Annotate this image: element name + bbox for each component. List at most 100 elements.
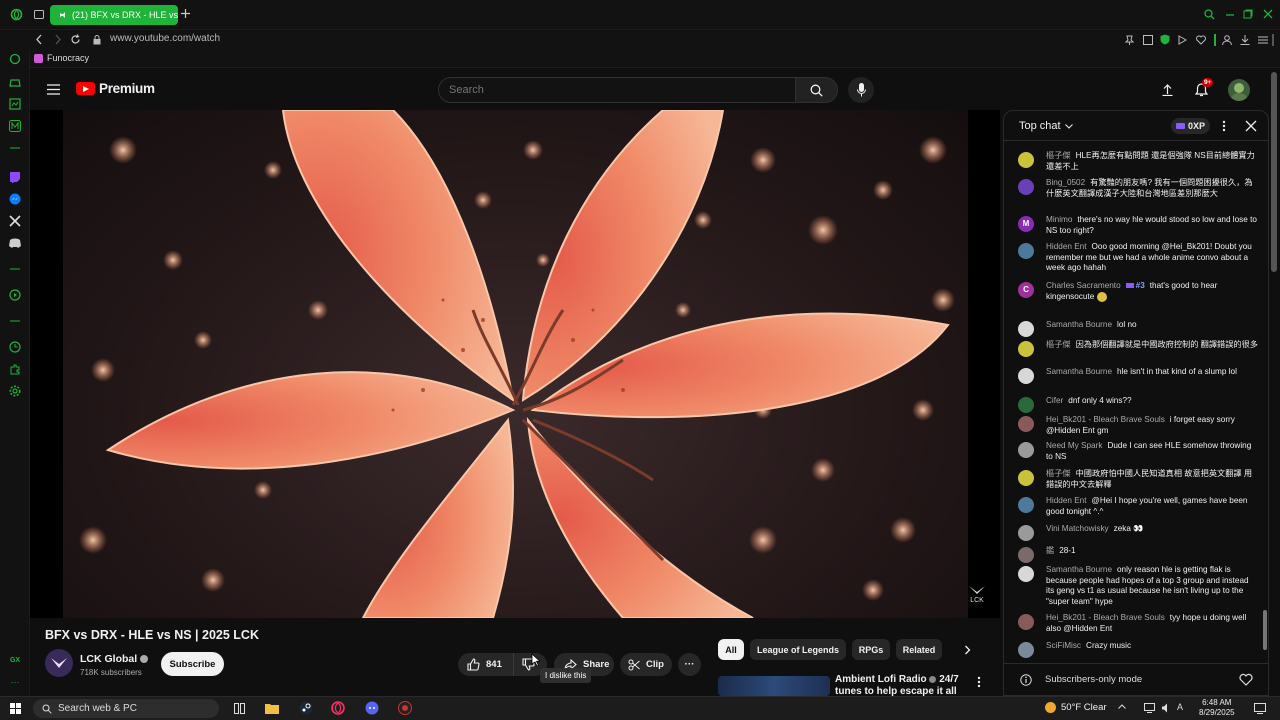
discord-icon[interactable] — [9, 237, 21, 249]
account-icon[interactable] — [1222, 35, 1232, 45]
channel-name[interactable]: LCK Global — [80, 653, 149, 665]
chat-avatar[interactable] — [1018, 152, 1034, 168]
language-icon[interactable]: A — [1177, 702, 1183, 712]
url-text[interactable]: www.youtube.com/watch — [110, 33, 220, 44]
menu-lines-icon[interactable] — [1258, 35, 1268, 45]
sidebar-toggle-icon-2[interactable] — [1272, 34, 1275, 46]
chat-avatar[interactable]: M — [1018, 216, 1034, 232]
chat-author[interactable]: SciFiMisc — [1046, 641, 1081, 650]
recommendation-thumbnail[interactable] — [718, 676, 830, 696]
chat-author[interactable]: Cifer — [1046, 396, 1063, 405]
page-scrollbar[interactable] — [1271, 72, 1277, 272]
network-icon[interactable] — [1144, 703, 1155, 713]
app-taskbar-icon[interactable] — [398, 701, 412, 715]
chat-avatar[interactable] — [1018, 368, 1034, 384]
close-window-icon[interactable] — [1263, 9, 1273, 19]
chat-author[interactable]: Hidden Ent — [1046, 496, 1087, 505]
chat-author[interactable]: Bing_0502 — [1046, 178, 1085, 187]
chip-all[interactable]: All — [718, 639, 744, 660]
lock-icon[interactable] — [93, 35, 101, 45]
search-tabs-icon[interactable] — [1204, 9, 1215, 20]
steam-icon[interactable] — [299, 701, 313, 715]
pin-icon[interactable] — [1125, 35, 1134, 45]
chat-author[interactable]: 鑑 — [1046, 546, 1054, 555]
voice-search-button[interactable] — [848, 77, 874, 103]
chat-avatar[interactable]: C — [1018, 282, 1034, 298]
chip-league-of-legends[interactable]: League of Legends — [750, 639, 846, 660]
notification-center-icon[interactable] — [1254, 703, 1266, 714]
tray-chevron-up-icon[interactable] — [1118, 704, 1126, 709]
chat-avatar[interactable] — [1018, 416, 1034, 432]
chat-avatar[interactable] — [1018, 642, 1034, 658]
stats-icon[interactable] — [9, 98, 21, 110]
volume-icon[interactable] — [1161, 703, 1172, 713]
account-avatar[interactable] — [1228, 79, 1250, 101]
bookmark-funocracy[interactable]: Funocracy — [34, 53, 89, 63]
chips-next-chevron-icon[interactable] — [964, 645, 971, 655]
upload-icon[interactable] — [1162, 83, 1173, 96]
x-twitter-icon[interactable] — [9, 215, 21, 227]
play-icon[interactable] — [1178, 35, 1187, 45]
chat-author[interactable]: Samantha Bourne — [1046, 320, 1112, 329]
notifications-button[interactable]: 9+ — [1193, 78, 1214, 99]
more-actions-button[interactable]: ··· — [678, 653, 701, 676]
gx-icon[interactable]: GX — [8, 654, 22, 666]
new-tab-plus-icon[interactable] — [181, 9, 190, 18]
chat-scrollbar-thumb[interactable] — [1263, 610, 1267, 650]
chat-avatar[interactable] — [1018, 497, 1034, 513]
chip-related[interactable]: Related — [896, 639, 942, 660]
heart-outline-icon[interactable] — [1196, 35, 1206, 45]
rec-more-vertical-icon[interactable] — [977, 676, 981, 688]
chat-avatar[interactable] — [1018, 547, 1034, 563]
restore-icon[interactable] — [1243, 9, 1253, 19]
chat-author[interactable]: Samantha Bourne — [1046, 565, 1112, 574]
discord-taskbar-icon[interactable] — [365, 701, 379, 715]
like-button[interactable]: 841 — [458, 653, 513, 676]
tab-manager-icon[interactable] — [34, 10, 44, 19]
close-chat-icon[interactable] — [1245, 120, 1257, 132]
history-clock-icon[interactable] — [9, 341, 21, 353]
video-frame-lily[interactable] — [63, 110, 968, 618]
chat-avatar[interactable] — [1018, 525, 1034, 541]
chat-author[interactable]: Hei_Bk201 - Bleach Brave Souls — [1046, 613, 1165, 622]
chat-avatar[interactable] — [1018, 442, 1034, 458]
chat-author[interactable]: Vini Matchowisky — [1046, 524, 1109, 533]
search-input[interactable] — [438, 77, 796, 103]
aria-icon[interactable] — [9, 53, 21, 65]
opera-gx-taskbar-icon[interactable] — [331, 701, 345, 715]
chat-message-list[interactable]: 樞子傑 HLE再怎麼有點問題 還是個強隊 NS目前總體實力還差不上 Bing_05… — [1004, 147, 1260, 661]
points-badge[interactable]: 0XP — [1171, 118, 1211, 134]
snapshot-icon[interactable] — [1143, 35, 1153, 45]
chat-author[interactable]: Hei_Bk201 - Bleach Brave Souls — [1046, 415, 1165, 424]
download-icon[interactable] — [1240, 35, 1250, 45]
subscribe-button[interactable]: Subscribe — [161, 652, 224, 676]
chat-avatar[interactable] — [1018, 321, 1034, 337]
minimize-icon[interactable] — [1225, 10, 1235, 20]
task-view-icon[interactable] — [234, 703, 245, 714]
browser-tab-active[interactable]: (21) BFX vs DRX - HLE vs NS | 2025 LCK — [50, 5, 178, 25]
chip-rpgs[interactable]: RPGs — [852, 639, 890, 660]
windows-start-icon[interactable] — [10, 703, 21, 714]
chat-avatar[interactable] — [1018, 341, 1034, 357]
twitch-icon[interactable] — [9, 171, 21, 183]
info-icon[interactable] — [1020, 674, 1032, 686]
vpn-shield-icon[interactable] — [1160, 34, 1170, 45]
chat-avatar[interactable] — [1018, 566, 1034, 582]
heart-reaction-icon[interactable] — [1239, 673, 1253, 686]
messenger-m-icon[interactable] — [9, 120, 21, 132]
chat-avatar[interactable] — [1018, 243, 1034, 259]
channel-avatar[interactable] — [45, 649, 73, 677]
chat-author[interactable]: Samantha Bourne — [1046, 367, 1112, 376]
chat-scrollbar[interactable] — [1263, 140, 1267, 660]
chat-avatar[interactable] — [1018, 614, 1034, 630]
clip-button[interactable]: Clip — [620, 653, 672, 676]
chat-avatar[interactable] — [1018, 397, 1034, 413]
youtube-logo[interactable]: Premium — [76, 81, 155, 96]
games-icon[interactable] — [9, 76, 21, 88]
more-dots-icon[interactable]: ··· — [9, 676, 21, 688]
chat-author[interactable]: Hidden Ent — [1046, 242, 1087, 251]
messenger-icon[interactable] — [9, 193, 21, 205]
player-icon[interactable] — [9, 289, 21, 301]
settings-gear-icon[interactable] — [9, 385, 21, 397]
video-player[interactable]: LCK — [30, 110, 1000, 618]
